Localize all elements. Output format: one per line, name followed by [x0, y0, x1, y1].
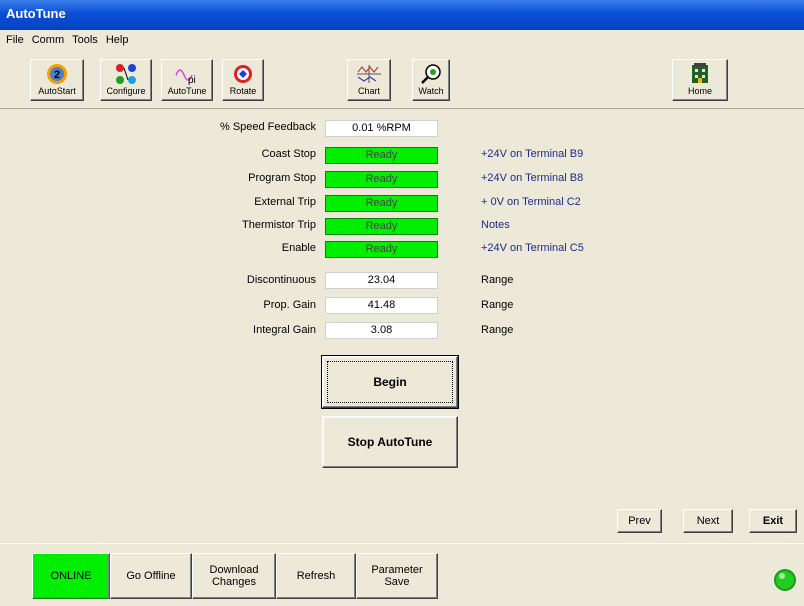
pi-wave-icon: pi — [175, 69, 196, 85]
program-stop-status: Ready — [325, 171, 438, 188]
download-changes-button[interactable]: Download Changes — [192, 553, 276, 599]
configure-button[interactable]: Configure — [100, 59, 152, 101]
coast-stop-note: +24V on Terminal B9 — [481, 148, 584, 160]
configure-icon — [116, 64, 136, 84]
home-button[interactable]: Home — [672, 59, 728, 101]
menu-comm[interactable]: Comm — [32, 34, 64, 46]
status-bar: ONLINE Go Offline Download Changes Refre… — [0, 543, 804, 606]
go-offline-button[interactable]: Go Offline — [110, 553, 192, 599]
autostart-label: AutoStart — [38, 86, 76, 96]
home-label: Home — [687, 86, 712, 96]
enable-label: Enable — [281, 242, 316, 254]
thermistor-trip-status: Ready — [325, 218, 438, 235]
begin-button[interactable]: Begin — [321, 355, 459, 409]
magnifier-icon — [421, 64, 441, 84]
menu-bar: File Comm Tools Help — [0, 30, 804, 50]
window-title: AutoTune — [0, 0, 804, 30]
autotune-panel: % Speed Feedback 0.01 %RPM Coast Stop Re… — [0, 108, 804, 533]
stop-autotune-button[interactable]: Stop AutoTune — [322, 416, 458, 468]
chart-icon — [357, 65, 381, 83]
parameter-save-button[interactable]: Parameter Save — [356, 553, 438, 599]
home-icon — [692, 63, 708, 83]
parameter-save-line2: Save — [384, 576, 410, 588]
enable-note: +24V on Terminal C5 — [481, 242, 584, 254]
svg-text:2: 2 — [54, 69, 60, 81]
prop-gain-label: Prop. Gain — [263, 299, 316, 311]
external-trip-label: External Trip — [254, 196, 316, 208]
prop-gain-range: Range — [481, 299, 514, 311]
prop-gain-value[interactable]: 41.48 — [325, 297, 438, 314]
coast-stop-status: Ready — [325, 147, 438, 164]
integral-gain-value[interactable]: 3.08 — [325, 322, 438, 339]
discontinuous-label: Discontinuous — [246, 274, 316, 286]
discontinuous-value[interactable]: 23.04 — [325, 272, 438, 289]
speed-feedback-value: 0.01 %RPM — [325, 120, 438, 137]
prev-button[interactable]: Prev — [617, 509, 662, 533]
menu-file[interactable]: File — [6, 34, 24, 46]
coast-stop-label: Coast Stop — [261, 148, 316, 160]
program-stop-label: Program Stop — [248, 172, 316, 184]
rotate-label: Rotate — [229, 86, 257, 96]
chart-button[interactable]: Chart — [347, 59, 391, 101]
external-trip-note: + 0V on Terminal C2 — [481, 196, 581, 208]
configure-label: Configure — [106, 86, 146, 96]
integral-gain-label: Integral Gain — [253, 324, 316, 336]
online-indicator: ONLINE — [32, 553, 110, 599]
connection-status-icon — [774, 569, 796, 591]
download-changes-line1: Download — [209, 564, 259, 576]
rotate-button[interactable]: Rotate — [222, 59, 264, 101]
rotate-icon — [234, 65, 252, 83]
svg-text:pi: pi — [188, 75, 196, 85]
thermistor-trip-note[interactable]: Notes — [481, 219, 510, 231]
toolbar: 2 AutoStart Configure pi AutoTune Rotate — [0, 50, 804, 109]
autotune-label: AutoTune — [167, 86, 207, 96]
autotune-button[interactable]: pi AutoTune — [161, 59, 213, 101]
external-trip-status: Ready — [325, 195, 438, 212]
thermistor-trip-label: Thermistor Trip — [242, 219, 316, 231]
discontinuous-range: Range — [481, 274, 514, 286]
program-stop-note: +24V on Terminal B8 — [481, 172, 584, 184]
chart-label: Chart — [357, 86, 380, 96]
next-button[interactable]: Next — [683, 509, 733, 533]
enable-status: Ready — [325, 241, 438, 258]
parameter-save-line1: Parameter — [371, 564, 423, 576]
refresh-button[interactable]: Refresh — [276, 553, 356, 599]
menu-help[interactable]: Help — [106, 34, 129, 46]
watch-button[interactable]: Watch — [412, 59, 450, 101]
download-changes-line2: Changes — [211, 576, 257, 588]
integral-gain-range: Range — [481, 324, 514, 336]
menu-tools[interactable]: Tools — [72, 34, 98, 46]
autostart-icon: 2 — [47, 64, 67, 84]
autostart-button[interactable]: 2 AutoStart — [30, 59, 84, 101]
watch-label: Watch — [418, 86, 444, 96]
exit-button[interactable]: Exit — [749, 509, 797, 533]
speed-feedback-label: % Speed Feedback — [219, 121, 316, 133]
